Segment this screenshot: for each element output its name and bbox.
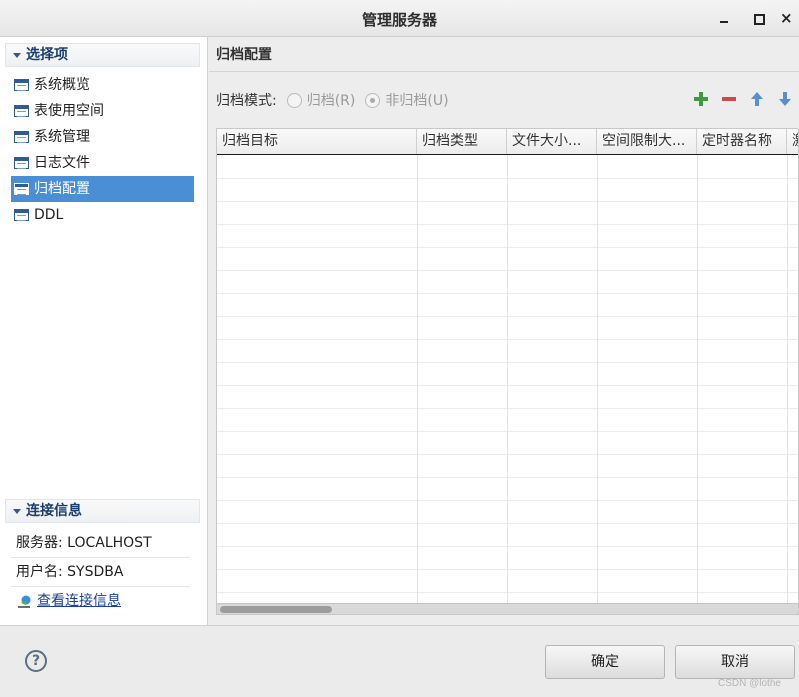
archive-radio[interactable]: 归档(R): [286, 90, 356, 110]
connection-icon: [18, 595, 31, 608]
dialog-footer: ? 确定 取消 CSDN @lothe: [0, 625, 799, 697]
table-icon: [14, 105, 29, 117]
table-row-divider: [217, 293, 798, 294]
server-info: 服务器: LOCALHOST: [11, 529, 190, 558]
selection-section-title: 选择项: [26, 47, 68, 63]
scrollbar-thumb[interactable]: [220, 606, 332, 613]
sidebar-item-label: 归档配置: [34, 181, 90, 197]
radio-circle-icon: [286, 92, 302, 108]
table-icon: [14, 157, 29, 169]
add-icon[interactable]: [693, 91, 709, 107]
divider: [209, 71, 799, 72]
table-row-divider: [217, 454, 798, 455]
table-column-divider: [697, 155, 698, 603]
archive-mode-label: 归档模式:: [216, 93, 277, 109]
remove-icon[interactable]: [721, 91, 737, 107]
sidebar-item-label: DDL: [34, 207, 64, 223]
table-row-divider: [217, 523, 798, 524]
cancel-button[interactable]: 取消: [675, 645, 795, 679]
table-column-divider: [417, 155, 418, 603]
sidebar-nav: 系统概览 表使用空间 系统管理 日志文件 归档配置 DDL: [11, 72, 194, 228]
column-header-archive-target[interactable]: 归档目标: [217, 129, 417, 154]
window-title: 管理服务器: [361, 11, 437, 29]
horizontal-scrollbar[interactable]: [217, 603, 798, 614]
table-row-divider: [217, 477, 798, 478]
no-archive-radio[interactable]: 非归档(U): [365, 90, 449, 110]
archive-table[interactable]: 归档目标 归档类型 文件大小... 空间限制大... 定时器名称 激: [216, 128, 799, 615]
user-info: 用户名: SYSDBA: [11, 558, 190, 587]
sidebar-item-table-space[interactable]: 表使用空间: [11, 98, 194, 124]
sidebar-item-archive-config[interactable]: 归档配置: [11, 176, 194, 202]
column-header-file-size[interactable]: 文件大小...: [507, 129, 597, 154]
selection-section-header[interactable]: 选择项: [5, 43, 200, 67]
sidebar-item-label: 系统管理: [34, 129, 90, 145]
table-column-divider: [597, 155, 598, 603]
sidebar-item-label: 表使用空间: [34, 103, 104, 119]
sidebar-item-ddl[interactable]: DDL: [11, 202, 194, 228]
view-connection-info-row: 查看连接信息: [11, 587, 190, 616]
sidebar-item-system-overview[interactable]: 系统概览: [11, 72, 194, 98]
radio-checked-icon: [365, 92, 381, 108]
archive-mode-row: 归档模式: 归档(R) 非归档(U): [216, 90, 449, 110]
table-column-divider: [787, 155, 788, 603]
sidebar-item-log-files[interactable]: 日志文件: [11, 150, 194, 176]
page-title: 归档配置: [216, 47, 272, 63]
column-header-archive-type[interactable]: 归档类型: [417, 129, 507, 154]
connection-info: 服务器: LOCALHOST 用户名: SYSDBA 查看连接信息: [11, 529, 190, 616]
table-row-divider: [217, 500, 798, 501]
column-header-active[interactable]: 激: [787, 129, 798, 154]
collapse-triangle-icon: [13, 53, 21, 58]
table-body: [217, 155, 798, 603]
maximize-button[interactable]: [749, 9, 767, 27]
table-icon: [14, 131, 29, 143]
main-panel: 归档配置 归档模式: 归档(R) 非归档(U) 归档目标 归档类型 文件大小..…: [209, 37, 799, 625]
close-button[interactable]: ×: [780, 9, 798, 27]
table-icon: [14, 183, 29, 195]
table-row-divider: [217, 247, 798, 248]
column-header-space-limit[interactable]: 空间限制大...: [597, 129, 697, 154]
help-icon[interactable]: ?: [25, 650, 47, 672]
connection-section-header[interactable]: 连接信息: [5, 499, 200, 523]
archive-radio-label: 归档(R): [306, 93, 356, 109]
sidebar-item-label: 系统概览: [34, 77, 90, 93]
minimize-button[interactable]: [716, 9, 734, 27]
sidebar-item-label: 日志文件: [34, 155, 90, 171]
table-row-divider: [217, 546, 798, 547]
watermark: CSDN @lothe: [718, 678, 781, 689]
table-icon: [14, 209, 29, 221]
table-row-divider: [217, 224, 798, 225]
ok-button[interactable]: 确定: [545, 645, 665, 679]
table-header: 归档目标 归档类型 文件大小... 空间限制大... 定时器名称 激: [217, 129, 798, 155]
table-toolbar: [693, 91, 799, 107]
left-panel: 选择项 系统概览 表使用空间 系统管理 日志文件 归档配置 DDL 连接信息 服…: [0, 37, 208, 625]
table-row-divider: [217, 316, 798, 317]
table-row-divider: [217, 408, 798, 409]
table-row-divider: [217, 385, 798, 386]
title-bar: 管理服务器 ×: [0, 0, 799, 37]
table-row-divider: [217, 592, 798, 593]
table-icon: [14, 79, 29, 91]
table-row-divider: [217, 178, 798, 179]
table-column-divider: [507, 155, 508, 603]
sidebar-item-system-management[interactable]: 系统管理: [11, 124, 194, 150]
no-archive-radio-label: 非归档(U): [385, 93, 449, 109]
collapse-triangle-icon: [13, 509, 21, 514]
column-header-timer-name[interactable]: 定时器名称: [697, 129, 787, 154]
table-row-divider: [217, 201, 798, 202]
table-row-divider: [217, 569, 798, 570]
table-row-divider: [217, 362, 798, 363]
move-down-icon[interactable]: [777, 91, 793, 107]
move-up-icon[interactable]: [749, 91, 765, 107]
connection-section-title: 连接信息: [26, 503, 82, 519]
table-row-divider: [217, 270, 798, 271]
view-connection-info-link[interactable]: 查看连接信息: [37, 593, 121, 609]
table-row-divider: [217, 431, 798, 432]
table-row-divider: [217, 339, 798, 340]
